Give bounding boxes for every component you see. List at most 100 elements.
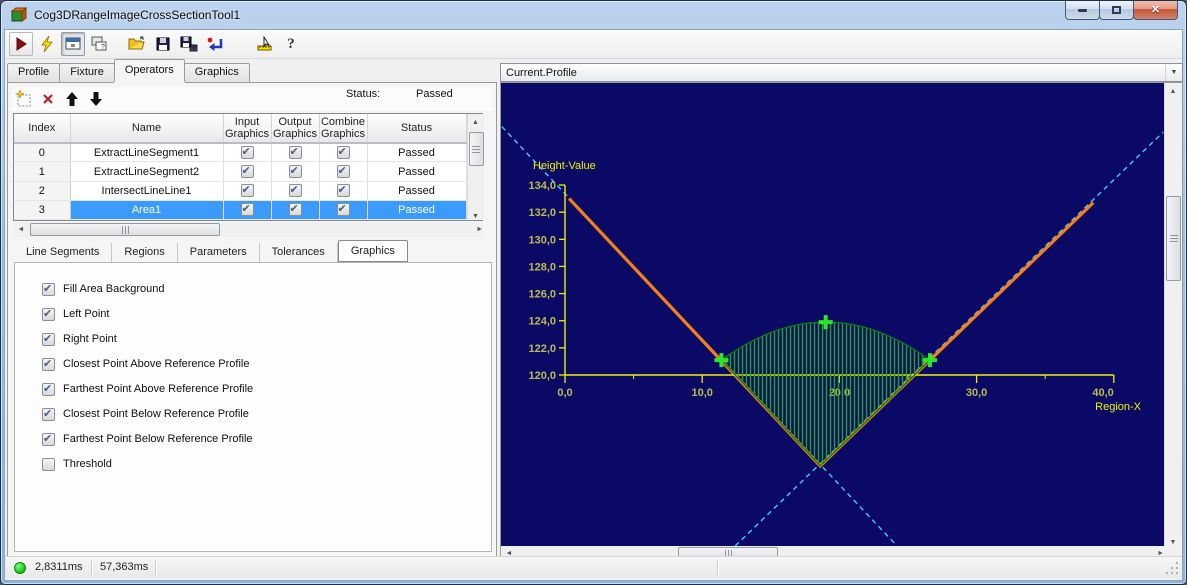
status-value: Passed	[416, 88, 453, 100]
tab-profile[interactable]: Profile	[7, 63, 60, 82]
chart-vscroll-thumb[interactable]	[1166, 196, 1181, 281]
svg-text:130,0: 130,0	[528, 234, 556, 246]
output-graphics-checkbox[interactable]	[289, 165, 302, 178]
open-file-button[interactable]	[125, 32, 149, 56]
output-graphics-checkbox[interactable]	[289, 203, 302, 216]
closest-above-checkbox[interactable]	[42, 358, 55, 371]
col-name[interactable]: Name	[70, 114, 223, 143]
option-threshold[interactable]: Threshold	[42, 455, 112, 473]
tab-graphics[interactable]: Graphics	[184, 63, 250, 82]
option-closest-above[interactable]: Closest Point Above Reference Profile	[42, 355, 250, 373]
profile-selector[interactable]: Current.Profile ▼	[500, 63, 1183, 82]
option-right-point[interactable]: Right Point	[42, 330, 117, 348]
minimize-icon	[1078, 9, 1087, 12]
combine-graphics-checkbox[interactable]	[337, 146, 350, 159]
show-result-window-button[interactable]	[61, 32, 85, 56]
table-row[interactable]: 1 ExtractLineSegment2 Passed	[14, 162, 466, 181]
input-graphics-checkbox[interactable]	[241, 146, 254, 159]
subtab-line-segments[interactable]: Line Segments	[14, 243, 112, 262]
input-graphics-checkbox[interactable]	[241, 165, 254, 178]
col-combine-graphics[interactable]: CombineGraphics	[319, 114, 367, 143]
table-row-selected[interactable]: 3 Area1 Passed	[14, 200, 466, 219]
run-icon	[13, 36, 29, 52]
move-up-button[interactable]	[60, 88, 84, 110]
subtab-graphics[interactable]: Graphics	[338, 240, 408, 262]
chevron-down-icon[interactable]: ▼	[1165, 64, 1182, 81]
col-input-graphics[interactable]: InputGraphics	[223, 114, 271, 143]
close-button[interactable]: ✕	[1133, 1, 1178, 20]
cell-name: Area1	[70, 200, 223, 219]
grid-vscroll-thumb[interactable]	[469, 132, 484, 166]
resize-grip[interactable]	[1165, 561, 1179, 575]
fill-area-background-checkbox[interactable]	[42, 283, 55, 296]
svg-text:30,0: 30,0	[966, 387, 987, 399]
total-time: 57,363ms	[100, 561, 148, 573]
col-status[interactable]: Status	[367, 114, 466, 143]
option-farthest-below[interactable]: Farthest Point Below Reference Profile	[42, 430, 253, 448]
right-point-checkbox[interactable]	[42, 333, 55, 346]
save-button[interactable]	[151, 32, 175, 56]
new-item-icon	[15, 90, 33, 108]
tab-operators[interactable]: Operators	[114, 59, 185, 82]
cell-status: Passed	[367, 143, 466, 162]
reset-button[interactable]	[203, 32, 227, 56]
help-button[interactable]: ?	[279, 32, 303, 56]
output-graphics-checkbox[interactable]	[289, 184, 302, 197]
maximize-button[interactable]	[1099, 1, 1134, 20]
scroll-left-icon[interactable]: ◄	[13, 222, 29, 237]
run-button[interactable]	[9, 32, 33, 56]
app-window: Cog3DRangeImageCrossSectionTool1 ✕	[0, 0, 1187, 585]
subtab-regions[interactable]: Regions	[112, 243, 177, 262]
scroll-up-icon[interactable]: ▲	[1165, 83, 1181, 99]
move-down-button[interactable]	[84, 88, 108, 110]
input-graphics-checkbox[interactable]	[241, 203, 254, 216]
add-operator-button[interactable]	[12, 88, 36, 110]
scroll-right-icon[interactable]: ►	[476, 222, 483, 237]
grid-horizontal-scrollbar[interactable]: ◄ ►	[13, 222, 483, 237]
closest-below-checkbox[interactable]	[42, 408, 55, 421]
combine-graphics-checkbox[interactable]	[337, 165, 350, 178]
scroll-up-icon[interactable]: ▲	[468, 114, 484, 130]
float-windows-button[interactable]: ?	[87, 32, 111, 56]
table-row[interactable]: 0 ExtractLineSegment1 Passed	[14, 143, 466, 162]
option-closest-below[interactable]: Closest Point Below Reference Profile	[42, 405, 249, 423]
cell-status: Passed	[367, 162, 466, 181]
farthest-above-checkbox[interactable]	[42, 383, 55, 396]
minimize-button[interactable]	[1065, 1, 1100, 20]
save-image-button[interactable]	[177, 32, 201, 56]
title-bar[interactable]: Cog3DRangeImageCrossSectionTool1 ✕	[1, 1, 1186, 29]
reset-icon	[206, 36, 224, 52]
option-farthest-above[interactable]: Farthest Point Above Reference Profile	[42, 380, 253, 398]
threshold-checkbox[interactable]	[42, 458, 55, 471]
table-row[interactable]: 2 IntersectLineLine1 Passed	[14, 181, 466, 200]
option-left-point[interactable]: Left Point	[42, 305, 109, 323]
main-tabstrip: Profile Fixture Operators Graphics	[7, 61, 249, 82]
col-index[interactable]: Index	[14, 114, 70, 143]
chart-vertical-scrollbar[interactable]: ▲ ▼	[1164, 83, 1181, 546]
combine-graphics-checkbox[interactable]	[337, 184, 350, 197]
grid-hscroll-thumb[interactable]	[30, 223, 220, 236]
grid-header-row[interactable]: Index Name InputGraphics OutputGraphics …	[14, 114, 466, 143]
trigger-button[interactable]	[35, 32, 59, 56]
tab-fixture[interactable]: Fixture	[59, 63, 115, 82]
scroll-down-icon[interactable]: ▼	[1165, 539, 1181, 546]
col-output-graphics[interactable]: OutputGraphics	[271, 114, 319, 143]
profile-display: 0,010,020,030,040,0120,0122,0124,0126,01…	[500, 82, 1183, 560]
graphics-interaction-button[interactable]	[253, 32, 277, 56]
subtab-tolerances[interactable]: Tolerances	[260, 243, 338, 262]
farthest-below-checkbox[interactable]	[42, 433, 55, 446]
output-graphics-checkbox[interactable]	[289, 146, 302, 159]
scroll-down-icon[interactable]: ▼	[468, 213, 484, 220]
grid-vertical-scrollbar[interactable]: ▲ ▼	[467, 114, 484, 220]
combine-graphics-checkbox[interactable]	[337, 203, 350, 216]
delete-operator-button[interactable]	[36, 88, 60, 110]
option-fill-area-background[interactable]: Fill Area Background	[42, 280, 165, 298]
save-icon	[155, 36, 171, 52]
left-point-checkbox[interactable]	[42, 308, 55, 321]
window-title: Cog3DRangeImageCrossSectionTool1	[34, 8, 240, 22]
input-graphics-checkbox[interactable]	[241, 184, 254, 197]
profile-chart[interactable]: 0,010,020,030,040,0120,0122,0124,0126,01…	[501, 83, 1164, 546]
subtab-parameters[interactable]: Parameters	[178, 243, 260, 262]
status-bar: 2,8311ms 57,363ms	[5, 556, 1182, 578]
operators-tabpage: Status: Passed Index Name InputGraphics …	[7, 82, 497, 558]
